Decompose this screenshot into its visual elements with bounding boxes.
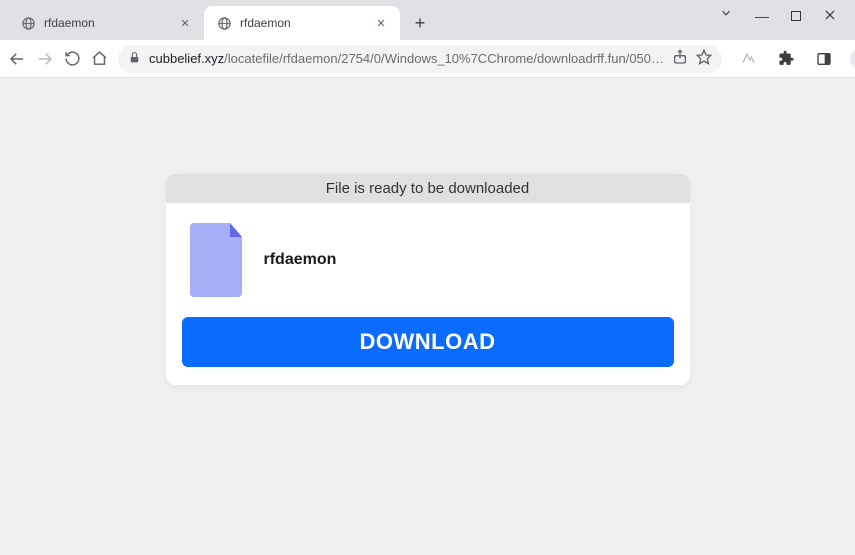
bookmark-star-icon[interactable] xyxy=(696,49,712,68)
tab-rfdaemon-inactive[interactable]: rfdaemon xyxy=(8,6,204,40)
window-dropdown-icon[interactable] xyxy=(719,6,733,23)
home-button[interactable] xyxy=(91,47,108,71)
tab-close-button[interactable] xyxy=(178,16,192,30)
tab-rfdaemon-active[interactable]: rfdaemon xyxy=(204,6,400,40)
lock-icon xyxy=(128,51,141,67)
download-button[interactable]: DOWNLOAD xyxy=(182,317,674,367)
toolbar: cubbelief.xyz/locatefile/rfdaemon/2754/0… xyxy=(0,40,855,78)
maximize-button[interactable] xyxy=(791,8,801,24)
url-text: cubbelief.xyz/locatefile/rfdaemon/2754/0… xyxy=(149,51,664,66)
globe-icon xyxy=(216,15,232,31)
close-window-button[interactable] xyxy=(823,8,837,25)
download-card: File is ready to be downloaded rfdaemon … xyxy=(166,174,690,385)
omnibox[interactable]: cubbelief.xyz/locatefile/rfdaemon/2754/0… xyxy=(118,45,722,73)
extensions-puzzle-icon[interactable] xyxy=(774,47,798,71)
side-panel-icon[interactable] xyxy=(812,47,836,71)
back-button[interactable] xyxy=(8,47,26,71)
forward-button[interactable] xyxy=(36,47,54,71)
tab-close-button[interactable] xyxy=(374,16,388,30)
tab-title: rfdaemon xyxy=(44,16,170,30)
share-icon[interactable] xyxy=(672,49,688,68)
file-icon xyxy=(190,223,246,297)
profile-avatar[interactable] xyxy=(850,48,855,70)
new-tab-button[interactable]: + xyxy=(406,9,434,37)
card-header: File is ready to be downloaded xyxy=(166,174,690,203)
reload-button[interactable] xyxy=(64,47,81,71)
page-viewport: File is ready to be downloaded rfdaemon … xyxy=(0,78,855,555)
minimize-button[interactable]: — xyxy=(755,8,769,24)
tab-title: rfdaemon xyxy=(240,16,366,30)
globe-icon xyxy=(20,15,36,31)
extension-action-icon[interactable] xyxy=(736,47,760,71)
file-name: rfdaemon xyxy=(264,251,337,269)
